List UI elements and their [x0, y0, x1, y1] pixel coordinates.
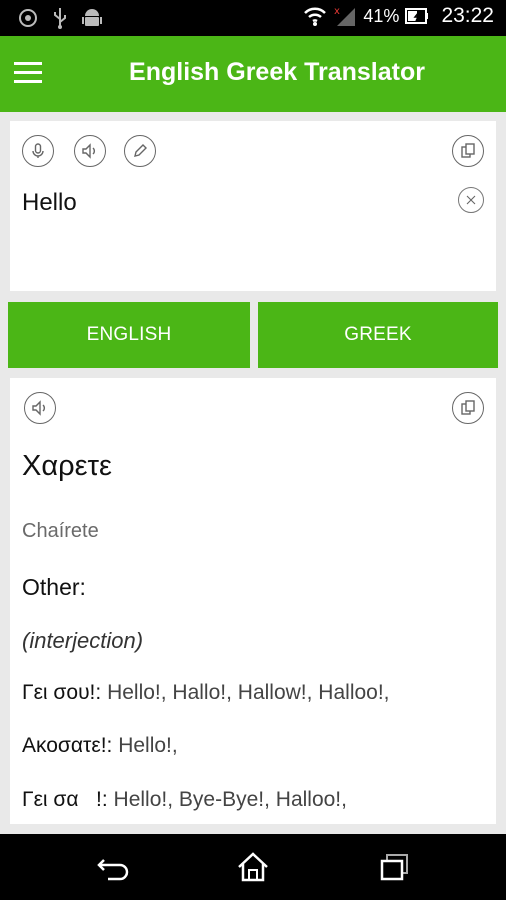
input-card: Hello: [10, 121, 496, 291]
definition-meanings: Hello!,: [118, 734, 178, 757]
part-of-speech-label: (interjection): [22, 628, 144, 653]
usb-icon: [54, 8, 66, 29]
output-copy-icon[interactable]: [452, 392, 484, 424]
status-bar: x 41% 23:22: [0, 0, 506, 36]
source-language-button[interactable]: ENGLISH: [8, 302, 250, 368]
output-speaker-icon[interactable]: [24, 392, 56, 424]
speaker-icon[interactable]: [74, 135, 106, 167]
svg-text:x: x: [334, 6, 340, 17]
home-icon[interactable]: [236, 850, 270, 884]
menu-icon[interactable]: [14, 62, 42, 84]
app-bar: English Greek Translator: [0, 36, 506, 112]
definition-row: Ακοσατε!: Hello!,: [22, 734, 178, 758]
battery-icon: [405, 8, 429, 24]
transliteration-text: Chaírete: [22, 520, 99, 542]
pen-icon[interactable]: [124, 135, 156, 167]
other-label: Other:: [22, 574, 86, 600]
definition-row: Γει σου!: Hello!, Hallo!, Hallow!, Hallo…: [22, 681, 390, 705]
shield-icon: [19, 9, 37, 27]
wifi-icon: [304, 7, 327, 26]
navigation-bar: [0, 834, 506, 900]
definition-meanings: Hello!, Hallo!, Hallow!, Halloo!,: [107, 681, 390, 704]
copy-icon[interactable]: [452, 135, 484, 167]
signal-icon: x: [334, 6, 356, 26]
target-language-button[interactable]: GREEK: [258, 302, 498, 368]
output-card: Χαρετε Chaírete Other: (interjection) Γε…: [10, 378, 496, 824]
clear-icon[interactable]: [458, 187, 484, 213]
app-title: English Greek Translator: [129, 58, 425, 86]
definition-term: Ακοσατε!:: [22, 734, 119, 757]
battery-percent: 41%: [363, 5, 400, 26]
definition-meanings: Hello!, Bye-Bye!, Halloo!,: [113, 788, 347, 811]
recents-icon[interactable]: [378, 850, 412, 884]
clock: 23:22: [441, 4, 494, 27]
android-icon: [82, 9, 102, 26]
definition-term: Γει σα !:: [22, 788, 114, 811]
source-text-input[interactable]: Hello: [22, 189, 77, 217]
definition-term: Γει σου!:: [22, 681, 108, 704]
translation-text: Χαρετε: [22, 450, 112, 482]
definition-row: Γει σα !: Hello!, Bye-Bye!, Halloo!,: [22, 788, 347, 812]
microphone-icon[interactable]: [22, 135, 54, 167]
back-icon[interactable]: [96, 850, 130, 884]
